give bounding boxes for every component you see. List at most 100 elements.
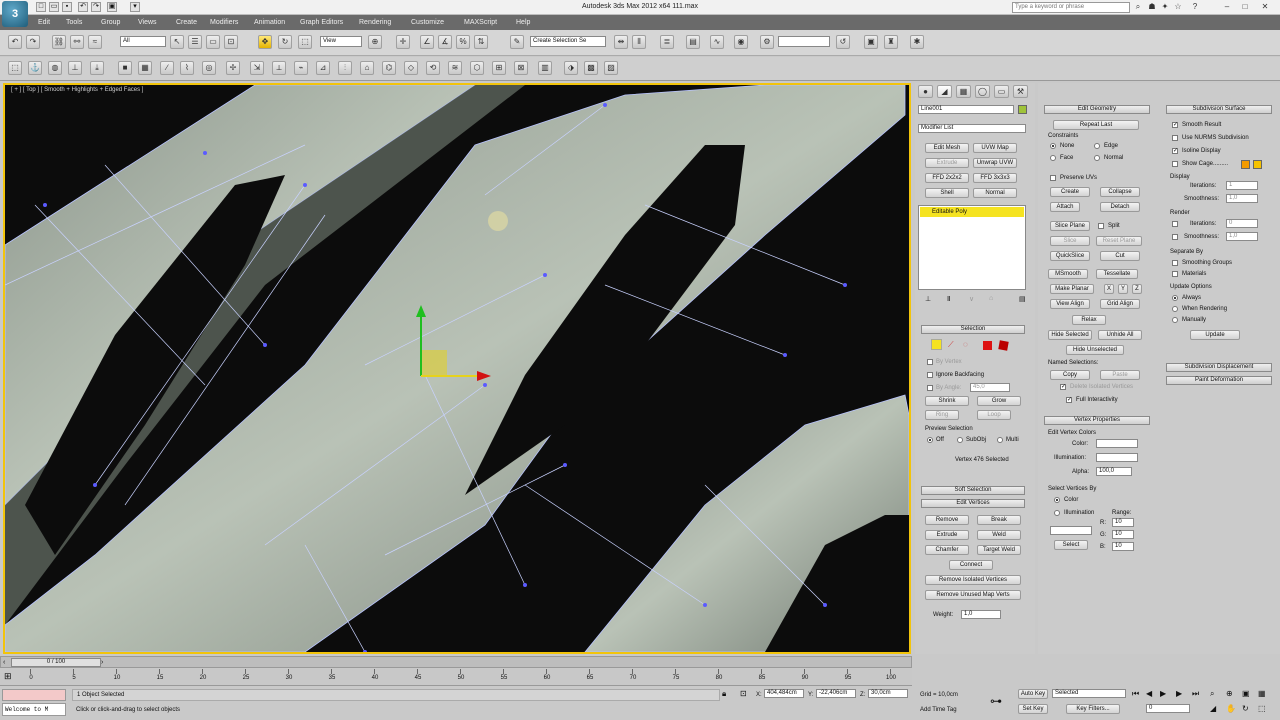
- vertex-properties-rollout-header[interactable]: Vertex Properties: [1044, 416, 1150, 425]
- minimize-icon[interactable]: –: [1222, 2, 1232, 12]
- bind-space-warp-icon[interactable]: ≈: [88, 35, 102, 49]
- view-align-button[interactable]: View Align: [1050, 299, 1090, 309]
- ignore-backfacing-checkbox[interactable]: [927, 372, 933, 378]
- project-folder-icon[interactable]: ▾: [130, 2, 140, 12]
- display-iterations-field[interactable]: 1: [1226, 181, 1258, 190]
- edit-vertices-rollout-header[interactable]: Edit Vertices: [921, 499, 1025, 508]
- tool-f-icon[interactable]: ■: [118, 61, 132, 75]
- tool-a-icon[interactable]: ⬚: [8, 61, 22, 75]
- object-name-field[interactable]: Line001: [918, 105, 1014, 114]
- set-key-mode-icon[interactable]: ⊶: [990, 694, 1002, 708]
- weight-field[interactable]: 1,0: [961, 610, 1001, 619]
- z-coord-field[interactable]: 30,0cm: [868, 689, 908, 698]
- normal-button[interactable]: Normal: [973, 188, 1017, 198]
- tool-ab-icon[interactable]: ▨: [604, 61, 618, 75]
- menu-help[interactable]: Help: [516, 16, 530, 29]
- tool-c-icon[interactable]: ◍: [48, 61, 62, 75]
- render-smoothness-checkbox[interactable]: [1172, 234, 1178, 240]
- isoline-display-checkbox[interactable]: ✓: [1172, 148, 1178, 154]
- select-object-icon[interactable]: ↖: [170, 35, 184, 49]
- smoothing-groups-checkbox[interactable]: [1172, 260, 1178, 266]
- edit-named-selection-icon[interactable]: ✎: [510, 35, 524, 49]
- track-bar[interactable]: ⊞ 0 5 10 15 20 25 30 35 40 45 50 55 60 65 70 75 80 85 90 95…: [0, 669, 912, 686]
- by-angle-field[interactable]: 45,0: [970, 383, 1010, 392]
- cut-button[interactable]: Cut: [1100, 251, 1140, 261]
- make-planar-button[interactable]: Make Planar: [1050, 284, 1094, 294]
- remove-button[interactable]: Remove: [925, 515, 969, 525]
- preserve-uvs-checkbox[interactable]: [1050, 175, 1056, 181]
- grid-align-button[interactable]: Grid Align: [1100, 299, 1140, 309]
- connect-button[interactable]: Connect: [949, 560, 993, 570]
- alpha-field[interactable]: 100,0: [1096, 467, 1132, 476]
- edit-geometry-rollout-header[interactable]: Edit Geometry: [1044, 105, 1150, 114]
- motion-tab-icon[interactable]: ◯: [975, 85, 990, 98]
- render-setup-icon[interactable]: ⚙: [760, 35, 774, 49]
- current-frame-field[interactable]: 0: [1146, 704, 1190, 713]
- key-filter-dropdown[interactable]: Selected: [1052, 689, 1126, 698]
- full-interactivity-checkbox[interactable]: ✓: [1066, 397, 1072, 403]
- help-icon[interactable]: ?: [1190, 2, 1200, 12]
- select-and-rotate-icon[interactable]: ↻: [278, 35, 292, 49]
- tool-w-icon[interactable]: ⊞: [492, 61, 506, 75]
- go-to-start-icon[interactable]: ⏮: [1132, 689, 1139, 699]
- remove-modifier-icon[interactable]: ⌂: [989, 295, 993, 302]
- constraint-face-radio[interactable]: [1050, 155, 1056, 161]
- undo-button[interactable]: ↶: [8, 35, 22, 49]
- materials-checkbox[interactable]: [1172, 271, 1178, 277]
- range-b-field[interactable]: 10: [1112, 542, 1134, 551]
- tool-s-icon[interactable]: ◇: [404, 61, 418, 75]
- select-and-scale-icon[interactable]: ⬚: [298, 35, 312, 49]
- menu-create[interactable]: Create: [176, 16, 197, 29]
- zoom-extents-all-icon[interactable]: ▦: [1258, 689, 1266, 698]
- key-filters-button[interactable]: Key Filters...: [1066, 704, 1120, 714]
- vertex-color-swatch[interactable]: [1096, 439, 1138, 448]
- planar-z-button[interactable]: Z: [1132, 284, 1142, 294]
- update-manually-radio[interactable]: [1172, 317, 1178, 323]
- unlink-icon[interactable]: ⚯: [70, 35, 84, 49]
- select-by-color-radio[interactable]: [1054, 497, 1060, 503]
- use-nurms-checkbox[interactable]: [1172, 135, 1178, 141]
- copy-button[interactable]: Copy: [1050, 370, 1090, 380]
- orbit-icon[interactable]: ↻: [1242, 704, 1249, 713]
- stack-item-editable-poly[interactable]: Editable Poly: [920, 207, 1024, 217]
- tool-v-icon[interactable]: ⬡: [470, 61, 484, 75]
- render-preset-dropdown[interactable]: [778, 36, 830, 47]
- collapse-button[interactable]: Collapse: [1100, 187, 1140, 197]
- hierarchy-tab-icon[interactable]: ▦: [956, 85, 971, 98]
- cage-color-swatch-2[interactable]: [1253, 160, 1262, 169]
- split-checkbox[interactable]: [1098, 223, 1104, 229]
- subdivision-surface-rollout-header[interactable]: Subdivision Surface: [1166, 105, 1272, 114]
- time-slider[interactable]: ‹ 0 / 100 ›: [0, 656, 912, 668]
- menu-customize[interactable]: Customize: [411, 16, 444, 29]
- configure-sets-icon[interactable]: ▤: [1019, 295, 1026, 303]
- soft-selection-rollout-header[interactable]: Soft Selection: [921, 486, 1025, 495]
- paint-deformation-rollout-header[interactable]: Paint Deformation: [1166, 376, 1272, 385]
- tool-b-icon[interactable]: ⚓: [28, 61, 42, 75]
- lock-selection-icon[interactable]: 🔒︎: [722, 689, 726, 699]
- tool-o-icon[interactable]: ⊿: [316, 61, 330, 75]
- cage-color-swatch-1[interactable]: [1241, 160, 1250, 169]
- close-icon[interactable]: ✕: [1260, 2, 1270, 12]
- repeat-last-button[interactable]: Repeat Last: [1053, 120, 1139, 130]
- tool-z-icon[interactable]: ⬗: [564, 61, 578, 75]
- menu-group[interactable]: Group: [101, 16, 120, 29]
- delete-isolated-checkbox[interactable]: ✓: [1060, 384, 1066, 390]
- field-of-view-icon[interactable]: ◢: [1210, 704, 1216, 713]
- tool-j-icon[interactable]: ◎: [202, 61, 216, 75]
- ring-button[interactable]: Ring: [925, 410, 959, 420]
- uvw-map-button[interactable]: UVW Map: [973, 143, 1017, 153]
- smooth-result-checkbox[interactable]: ✓: [1172, 122, 1178, 128]
- material-editor-icon[interactable]: ◉: [734, 35, 748, 49]
- select-and-move-icon[interactable]: ✥: [258, 35, 272, 49]
- ffd-3x3x3-button[interactable]: FFD 3x3x3: [973, 173, 1017, 183]
- tool-r-icon[interactable]: ⌬: [382, 61, 396, 75]
- shrink-button[interactable]: Shrink: [925, 396, 969, 406]
- zoom-extents-icon[interactable]: ▣: [1242, 689, 1250, 698]
- by-angle-checkbox[interactable]: [927, 385, 933, 391]
- range-r-field[interactable]: 10: [1112, 518, 1134, 527]
- menu-modifiers[interactable]: Modifiers: [210, 16, 238, 29]
- create-button[interactable]: Create: [1050, 187, 1090, 197]
- menu-views[interactable]: Views: [138, 16, 157, 29]
- y-coord-field[interactable]: -22,406cm: [816, 689, 856, 698]
- curve-editor-icon[interactable]: ∿: [710, 35, 724, 49]
